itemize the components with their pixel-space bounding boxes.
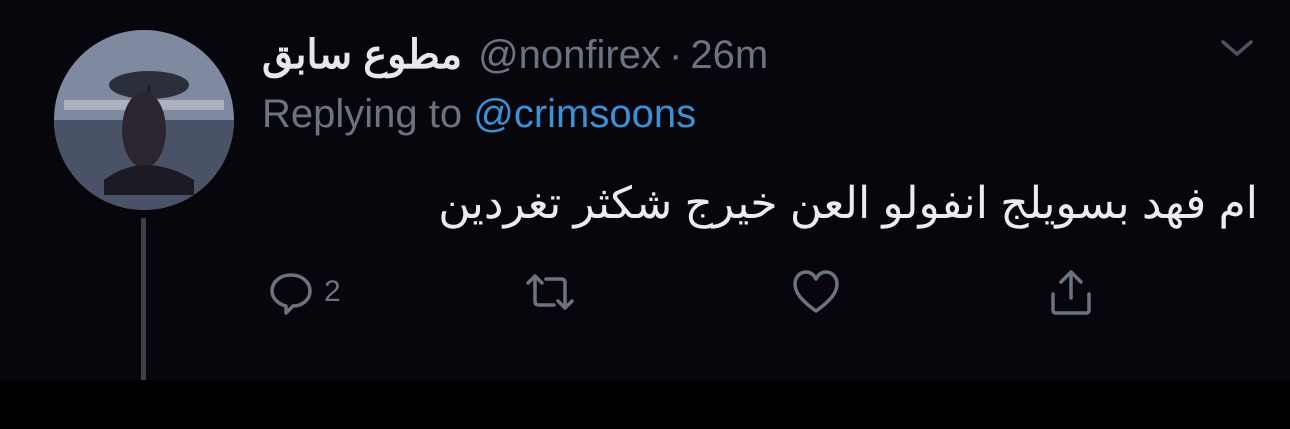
thread-line (141, 218, 146, 380)
retweet-button[interactable] (522, 264, 578, 320)
retweet-icon (522, 267, 578, 317)
share-icon (1046, 266, 1096, 318)
share-button[interactable] (1046, 264, 1096, 320)
replying-to-label: Replying to (262, 92, 474, 136)
display-name[interactable]: مطوع سابق (262, 32, 462, 78)
replying-to-link[interactable]: @crimsoons (473, 92, 696, 136)
avatar[interactable] (54, 30, 234, 210)
reply-icon (266, 267, 316, 317)
chevron-down-icon[interactable] (1215, 30, 1259, 66)
tweet-header: مطوع سابق @nonfirex · 26m (262, 30, 768, 80)
timestamp[interactable]: 26m (690, 33, 768, 78)
separator-dot: · (669, 32, 683, 77)
reply-count: 2 (324, 275, 341, 308)
like-button[interactable] (790, 264, 842, 320)
heart-icon (790, 267, 842, 317)
tweet-card[interactable]: مطوع سابق @nonfirex · 26m Replying to @c… (0, 0, 1290, 380)
bottom-black-bar (0, 380, 1290, 429)
user-handle[interactable]: @nonfirex (478, 33, 661, 78)
reply-button[interactable]: 2 (266, 264, 341, 320)
tweet-text: ام فهد بسويلج انفولو العن خيرج شكثر تغرد… (438, 179, 1258, 228)
replying-to-line: Replying to @crimsoons (262, 92, 696, 137)
